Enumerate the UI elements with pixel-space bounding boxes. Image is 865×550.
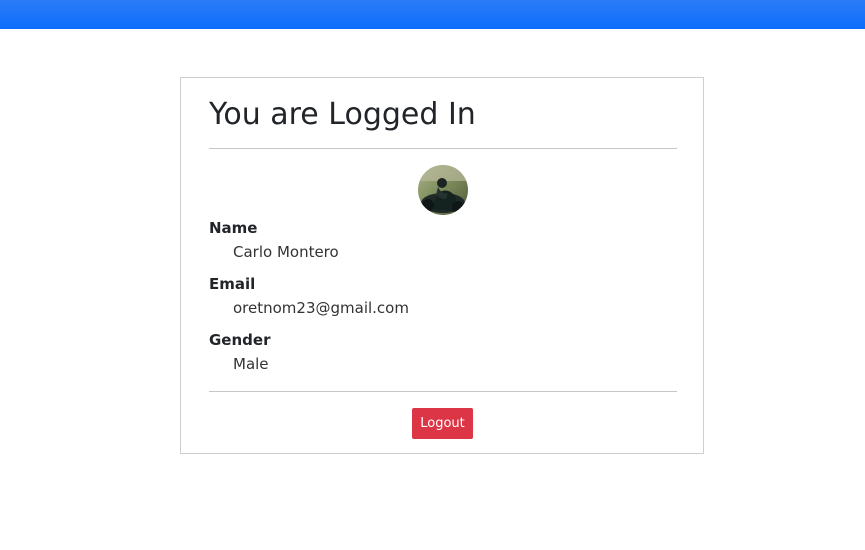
divider — [209, 148, 677, 149]
avatar — [418, 165, 468, 215]
name-label: Name — [209, 219, 258, 237]
top-navbar — [0, 0, 865, 29]
divider — [209, 391, 677, 392]
page-title: You are Logged In — [209, 97, 476, 132]
gender-value: Male — [233, 355, 269, 373]
gender-label: Gender — [209, 331, 271, 349]
email-label: Email — [209, 275, 256, 293]
profile-card: You are Logged In Name Carlo Montero Ema… — [180, 77, 704, 454]
logout-button[interactable]: Logout — [412, 408, 473, 439]
name-value: Carlo Montero — [233, 243, 339, 261]
email-value: oretnom23@gmail.com — [233, 299, 409, 317]
avatar-photo-icon — [418, 165, 468, 215]
